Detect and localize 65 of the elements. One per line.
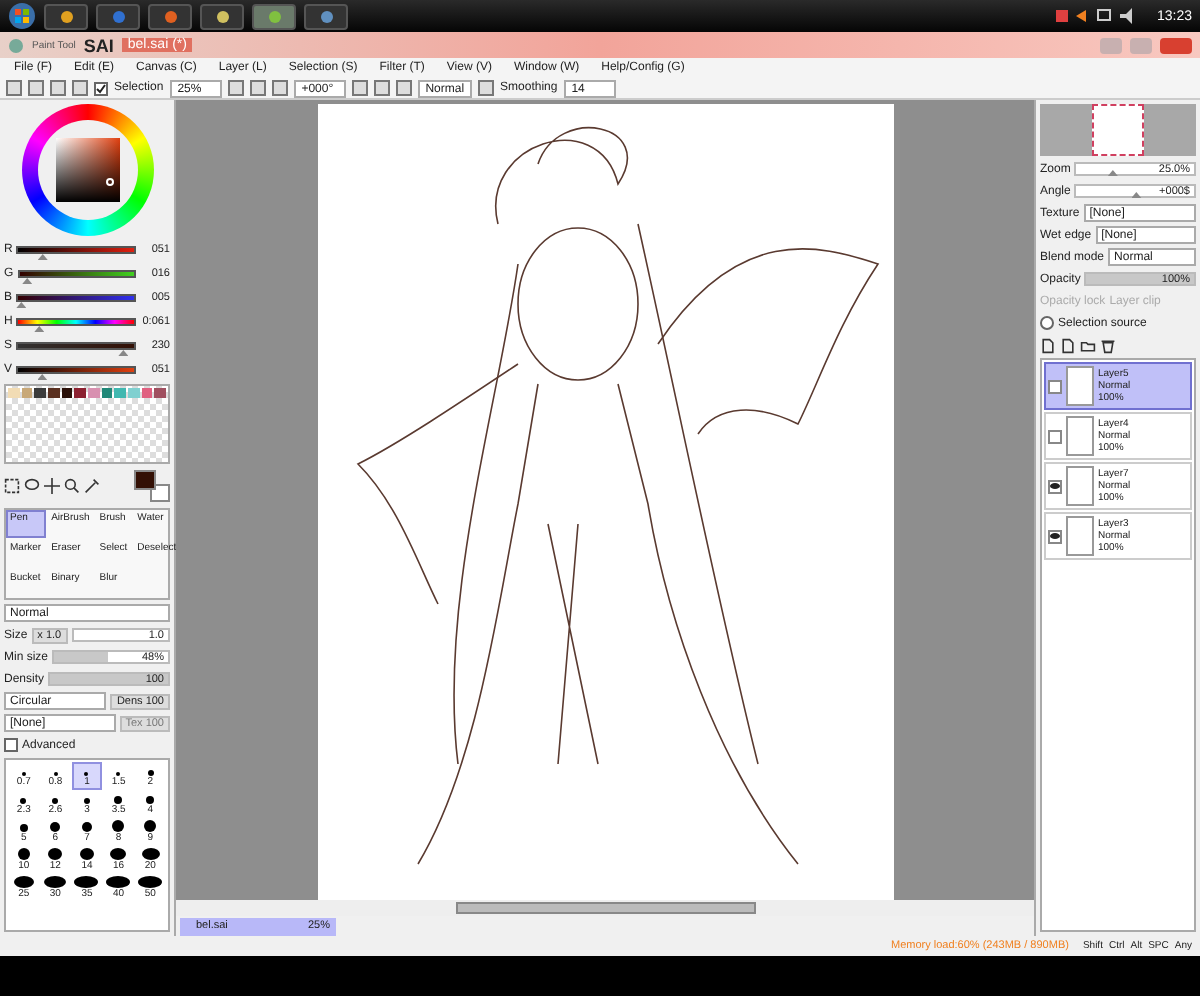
lasso-icon [24,478,40,494]
color-slider[interactable] [17,270,136,278]
color-swatch[interactable] [47,388,60,398]
color-slider[interactable] [16,246,136,254]
slider-thumb[interactable] [1107,170,1118,176]
color-swatch[interactable] [154,388,166,398]
slider-thumb[interactable] [1131,192,1142,198]
slider-thumb[interactable] [22,278,33,284]
taskbar-app-button[interactable] [304,3,348,29]
zoom-icon [64,478,80,494]
color-swatch[interactable] [127,388,140,398]
visibility-toggle[interactable] [1048,529,1062,543]
taskbar-app-button[interactable] [200,3,244,29]
slider-thumb[interactable] [118,350,129,356]
app-icon [267,9,281,23]
color-swatch[interactable] [34,388,46,398]
color-slider[interactable] [16,366,136,374]
app-name: SAI [83,35,114,55]
color-slider[interactable] [16,294,136,302]
app-logo-icon [8,37,24,53]
selection-checkbox[interactable] [94,81,108,95]
tray-icons[interactable] [1056,8,1137,24]
move-icon [44,478,60,494]
marquee-icon [4,478,20,494]
taskbar-app-button[interactable] [252,3,296,29]
layer-thumbnail [1066,516,1094,556]
app-icon [319,9,333,23]
visibility-toggle[interactable] [1048,429,1062,443]
swatch-palette[interactable] [4,384,170,464]
slider-thumb[interactable] [16,302,27,308]
toolbar-button[interactable] [478,80,495,96]
color-swatch[interactable] [114,388,126,398]
app-icon [215,9,229,23]
folder-icon [1080,337,1096,353]
app-icon [111,9,125,23]
taskbar-app-button[interactable] [44,3,88,29]
app-icon [59,9,73,23]
color-slider[interactable] [16,342,136,350]
slider-thumb[interactable] [37,254,48,260]
horizontal-scrollbar[interactable] [176,900,1034,916]
advanced-checkbox[interactable] [4,738,18,752]
color-swatch[interactable] [101,388,113,398]
color-swatch[interactable] [21,388,33,398]
color-pair[interactable] [134,470,170,502]
layer-thumbnail [1066,416,1094,456]
app-icon [163,9,177,23]
color-swatch[interactable] [141,388,153,398]
color-swatch[interactable] [8,388,20,398]
color-swatch[interactable] [74,388,86,398]
color-swatch[interactable] [61,388,73,398]
taskbar-app-button[interactable] [148,3,192,29]
visibility-toggle[interactable] [1048,479,1062,493]
color-slider[interactable] [16,318,136,326]
close-button[interactable] [1160,37,1192,53]
navigator-preview[interactable] [1040,104,1196,156]
layer-thumbnail [1066,466,1094,506]
slider-thumb[interactable] [34,326,45,332]
windows-logo-icon[interactable] [8,2,36,30]
radio-button[interactable] [1040,316,1054,330]
layer-thumbnail [1066,366,1094,406]
trash-icon [1100,337,1116,353]
slider-thumb[interactable] [37,374,48,380]
eyedropper-icon [84,478,100,494]
color-swatch[interactable] [87,388,100,398]
visibility-toggle[interactable] [1048,379,1062,393]
